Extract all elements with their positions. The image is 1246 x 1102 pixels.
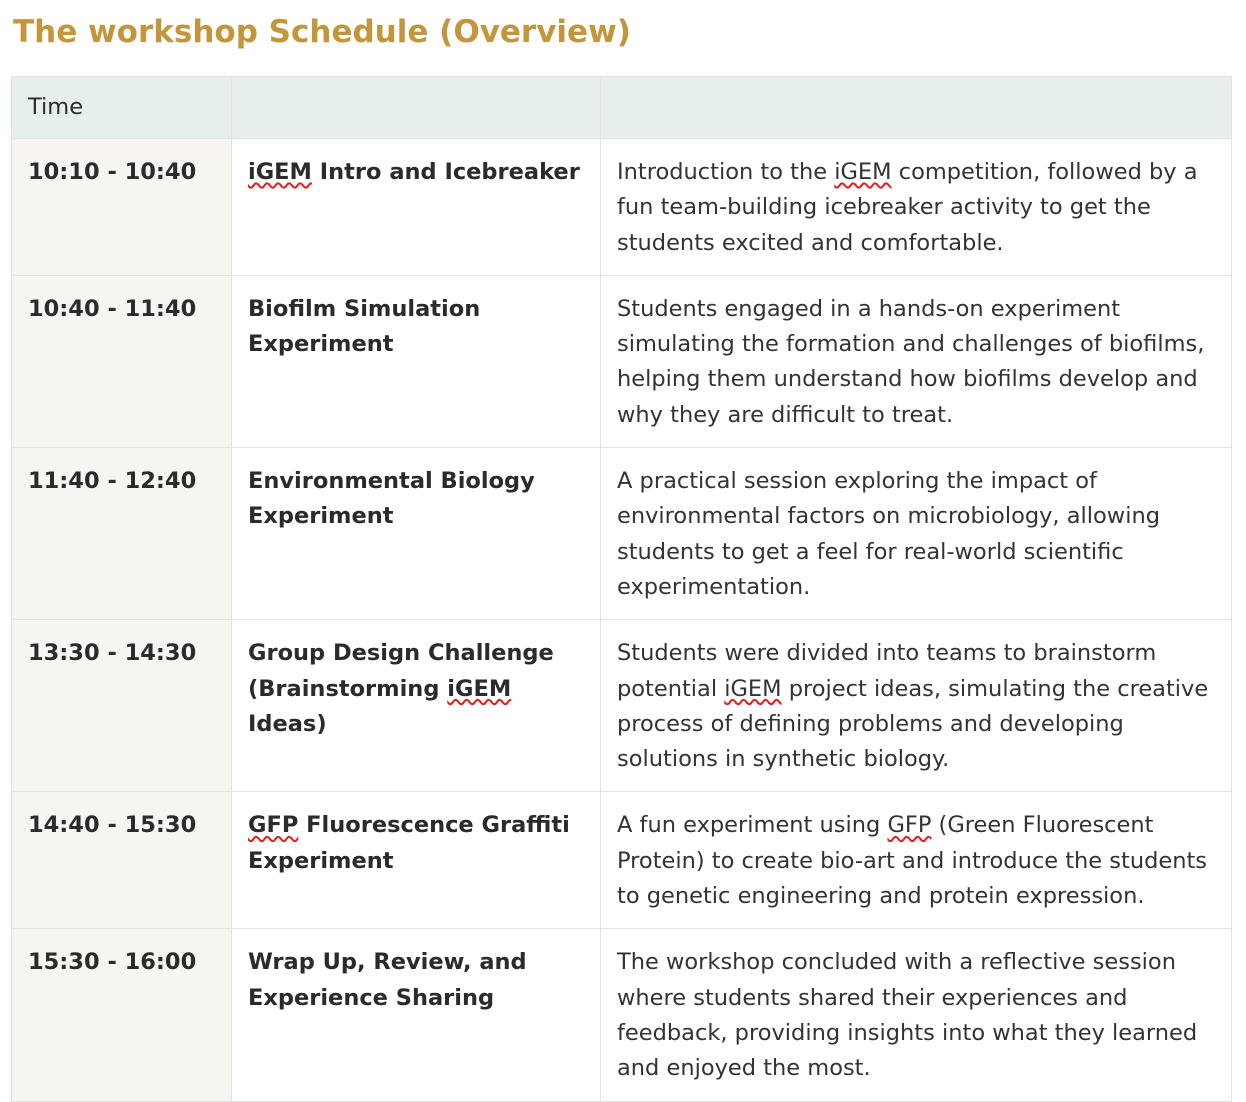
table-header-row: Time (11, 76, 1232, 139)
time-cell: 15:30 - 16:00 (11, 928, 232, 1102)
description-cell: Students engaged in a hands-on experimen… (600, 274, 1232, 449)
description-cell: The workshop concluded with a reflective… (600, 928, 1232, 1102)
activity-text: Intro and Icebreaker (311, 159, 580, 185)
table-row: 13:30 - 14:30 Group Design Challenge (Br… (11, 619, 1232, 793)
spellcheck-word[interactable]: iGEM (248, 159, 312, 185)
table-row: 11:40 - 12:40 Environmental Biology Expe… (11, 447, 1232, 621)
table-row: 10:10 - 10:40 iGEM Intro and Icebreaker … (11, 138, 1232, 276)
table-row: 10:40 - 11:40 Biofilm Simulation Experim… (11, 274, 1232, 449)
header-time: Time (11, 76, 232, 139)
description-cell: Introduction to the iGEM competition, fo… (600, 138, 1232, 276)
description-text: The workshop concluded with a reflective… (617, 949, 1198, 1082)
time-cell: 10:40 - 11:40 (11, 274, 232, 449)
description-text: A fun experiment using (617, 812, 888, 839)
description-cell: Students were divided into teams to brai… (600, 619, 1232, 793)
header-activity (231, 76, 601, 139)
activity-cell: GFP Fluorescence Graffiti Experiment (231, 791, 601, 930)
spellcheck-word[interactable]: iGEM (834, 159, 891, 185)
description-text: Introduction to the (617, 159, 835, 185)
table-row: 14:40 - 15:30 GFP Fluorescence Graffiti … (11, 791, 1232, 930)
time-cell: 13:30 - 14:30 (11, 619, 232, 793)
description-cell: A fun experiment using GFP (Green Fluore… (600, 791, 1232, 930)
activity-cell: iGEM Intro and Icebreaker (231, 138, 601, 276)
activity-text: Environmental Biology Experiment (248, 468, 535, 530)
activity-text: Biofilm Simulation Experiment (248, 295, 481, 358)
header-description (600, 76, 1232, 139)
activity-text: Ideas) (248, 710, 327, 737)
spellcheck-word[interactable]: iGEM (447, 676, 511, 702)
description-text: A practical session exploring the impact… (617, 468, 1160, 600)
schedule-table: Time 10:10 - 10:40 iGEM Intro and Icebre… (11, 76, 1232, 1102)
activity-text: Wrap Up, Review, and Experience Sharing (248, 949, 527, 1011)
time-cell: 11:40 - 12:40 (11, 447, 232, 621)
page-title: The workshop Schedule (Overview) (13, 14, 631, 50)
description-cell: A practical session exploring the impact… (600, 447, 1232, 621)
description-text: Students engaged in a hands-on experimen… (617, 295, 1205, 428)
spellcheck-word[interactable]: iGEM (724, 676, 781, 702)
table-row: 15:30 - 16:00 Wrap Up, Review, and Exper… (11, 928, 1232, 1102)
activity-cell: Biofilm Simulation Experiment (231, 274, 601, 449)
spellcheck-word[interactable]: GFP (887, 812, 931, 838)
time-cell: 14:40 - 15:30 (11, 791, 232, 930)
activity-cell: Group Design Challenge (Brainstorming iG… (231, 619, 601, 793)
spellcheck-word[interactable]: GFP (248, 812, 298, 838)
time-cell: 10:10 - 10:40 (11, 138, 232, 276)
activity-cell: Environmental Biology Experiment (231, 447, 601, 621)
activity-cell: Wrap Up, Review, and Experience Sharing (231, 928, 601, 1102)
